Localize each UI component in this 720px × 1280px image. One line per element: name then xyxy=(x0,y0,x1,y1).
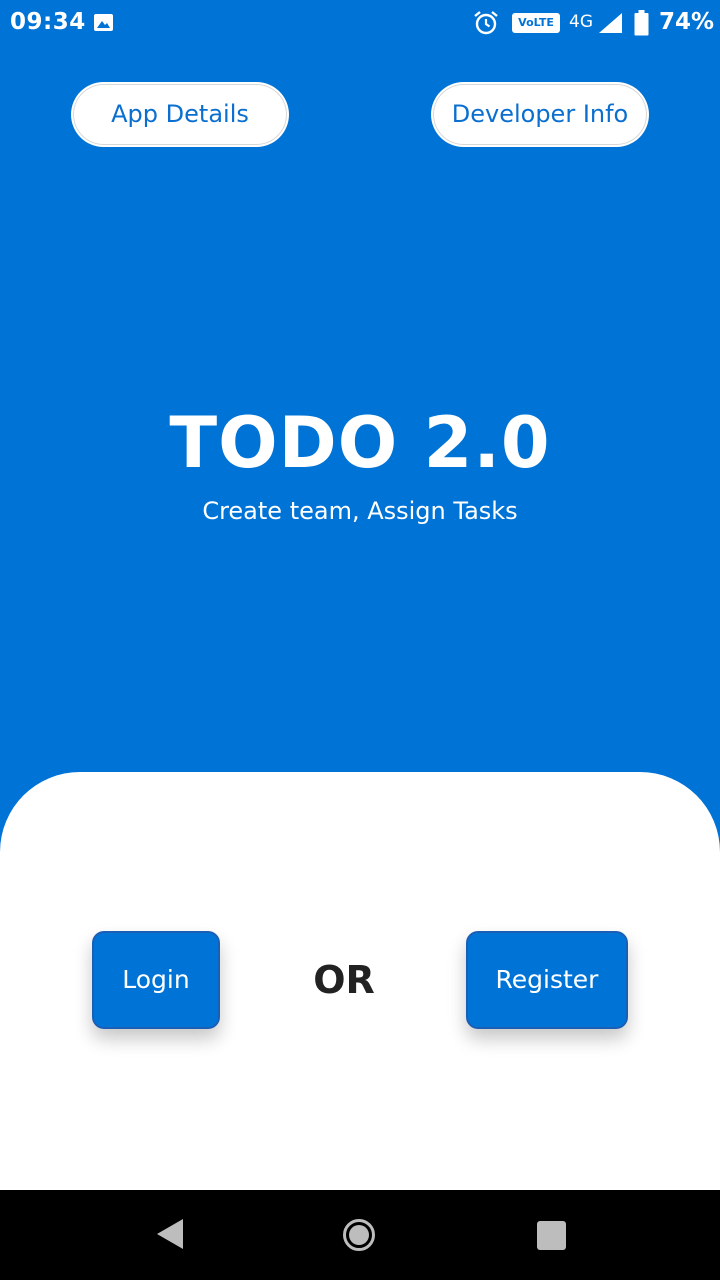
battery-icon xyxy=(634,10,649,36)
developer-info-button[interactable]: Developer Info xyxy=(433,84,647,145)
recent-apps-icon[interactable] xyxy=(537,1221,566,1250)
app-title: TODO 2.0 xyxy=(169,402,551,484)
volte-badge: VoLTE xyxy=(512,13,560,33)
alarm-icon xyxy=(474,11,498,35)
back-icon[interactable] xyxy=(155,1217,185,1251)
app-subtitle: Create team, Assign Tasks xyxy=(202,497,518,525)
or-separator: OR xyxy=(313,958,375,1002)
image-icon xyxy=(94,14,113,31)
status-time: 09:34 xyxy=(10,9,86,35)
status-bar: 09:34 VoLTE 4G 74% xyxy=(0,0,720,48)
network-type: 4G xyxy=(569,12,593,32)
home-icon[interactable] xyxy=(342,1218,376,1252)
signal-icon xyxy=(599,13,622,33)
battery-percentage: 74% xyxy=(659,9,715,35)
app-details-button[interactable]: App Details xyxy=(73,84,287,145)
login-button[interactable]: Login xyxy=(92,931,220,1029)
register-button[interactable]: Register xyxy=(466,931,628,1029)
navigation-bar xyxy=(0,1190,720,1280)
